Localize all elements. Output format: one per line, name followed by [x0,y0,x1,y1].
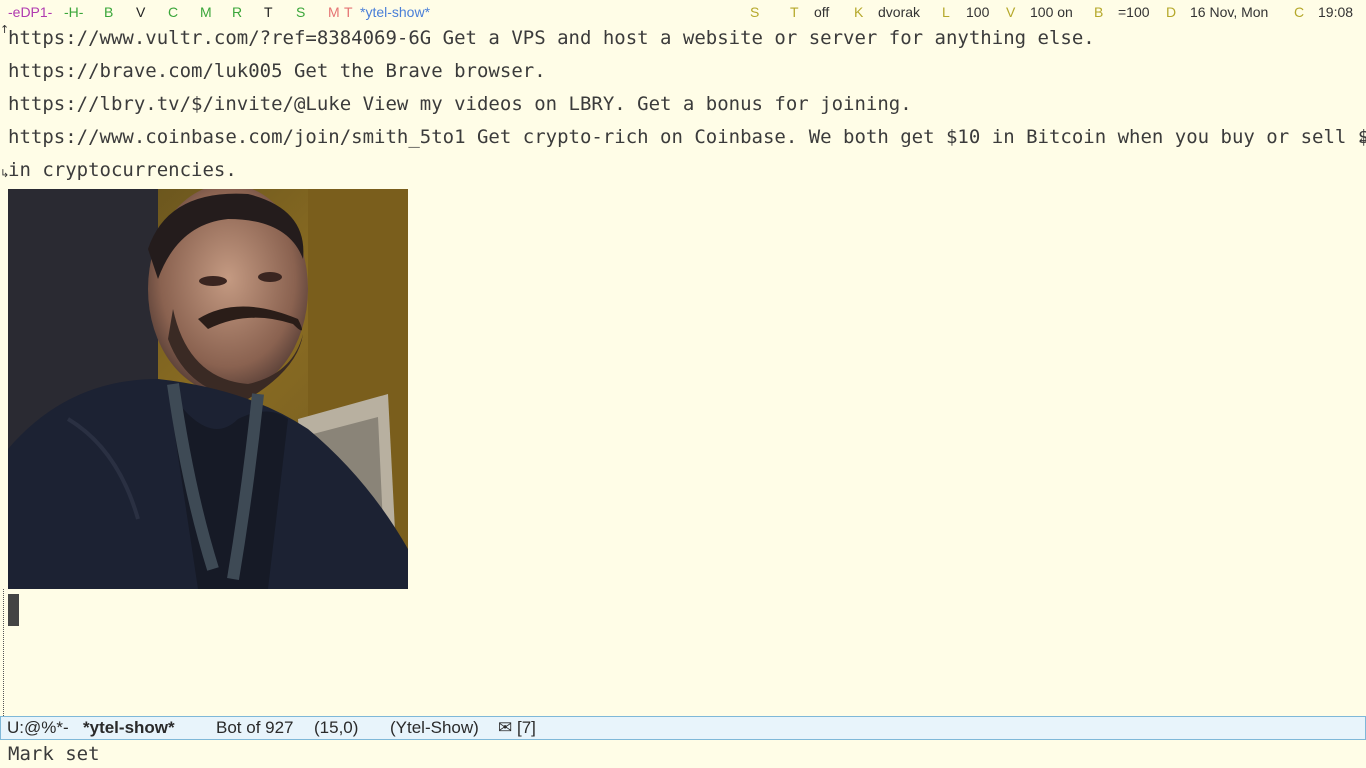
text-cursor [8,594,19,626]
key-indicator-v: V [136,4,146,20]
buffer-line-vultr[interactable]: https://www.vultr.com/?ref=8384069-6G Ge… [8,24,1095,55]
key-indicator-r: R [232,4,243,20]
clock-value: 19:08 [1318,4,1354,20]
buffer-line-coinbase-continued[interactable]: in cryptocurrencies. [8,154,237,187]
display-indicator: -eDP1- [8,4,53,20]
mode-line: U:@%*- *ytel-show* Bot of 927 (15,0) (Yt… [0,716,1366,740]
status-l-label: L [942,4,950,20]
status-t-label: T [790,4,799,20]
top-status-bar: -eDP1- -H- B V C M R T S M T *ytel-show*… [0,0,1366,24]
workspace-buffer-name[interactable]: *ytel-show* [360,0,430,24]
modeline-scroll-position: Bot of 927 [216,718,294,737]
fringe-wrap-right-icon: ↵ [1359,134,1366,147]
echo-area-message: Mark set [8,743,100,765]
key-indicator-b: B [104,4,114,20]
modeline-major-mode[interactable]: (Ytel-Show) [390,717,479,739]
channel-thumbnail-image [8,189,408,589]
status-t-value: off [814,4,830,20]
buffer-line-coinbase[interactable]: https://www.coinbase.com/join/smith_5to1… [8,121,1366,154]
volume-value: 100 on [1030,4,1073,20]
key-indicator-t: T [264,4,273,20]
key-indicator-c: C [168,4,179,20]
key-indicator-m: M [200,4,212,20]
modeline-mail-indicator[interactable]: ✉ [7] [498,717,536,739]
status-v-label: V [1006,4,1016,20]
brightness-value: 100 [966,4,990,20]
status-d-label: D [1166,4,1177,20]
status-s-label: S [750,4,760,20]
status-c-label: C [1294,4,1305,20]
battery-value: =100 [1118,4,1150,20]
buffer-line-brave[interactable]: https://brave.com/luk005 Get the Brave b… [8,55,546,88]
modeline-status-flags: U:@%*- [7,718,69,737]
key-indicator-m2: M [328,4,340,20]
status-k-label: K [854,4,864,20]
key-indicator-t2: T [344,4,353,20]
status-b-label: B [1094,4,1104,20]
buffer-content[interactable]: ↑ https://www.vultr.com/?ref=8384069-6G … [0,24,1366,716]
hint-indicator: -H- [64,4,84,20]
modeline-buffer-name[interactable]: *ytel-show* [83,717,175,739]
fringe-empty-lines-indicator [3,589,4,716]
buffer-line-lbry[interactable]: https://lbry.tv/$/invite/@Luke View my v… [8,88,912,121]
key-indicator-s: S [296,4,306,20]
keyboard-layout: dvorak [878,4,921,20]
modeline-cursor-position: (15,0) [314,718,359,737]
date-value: 16 Nov, Mon [1190,4,1269,20]
